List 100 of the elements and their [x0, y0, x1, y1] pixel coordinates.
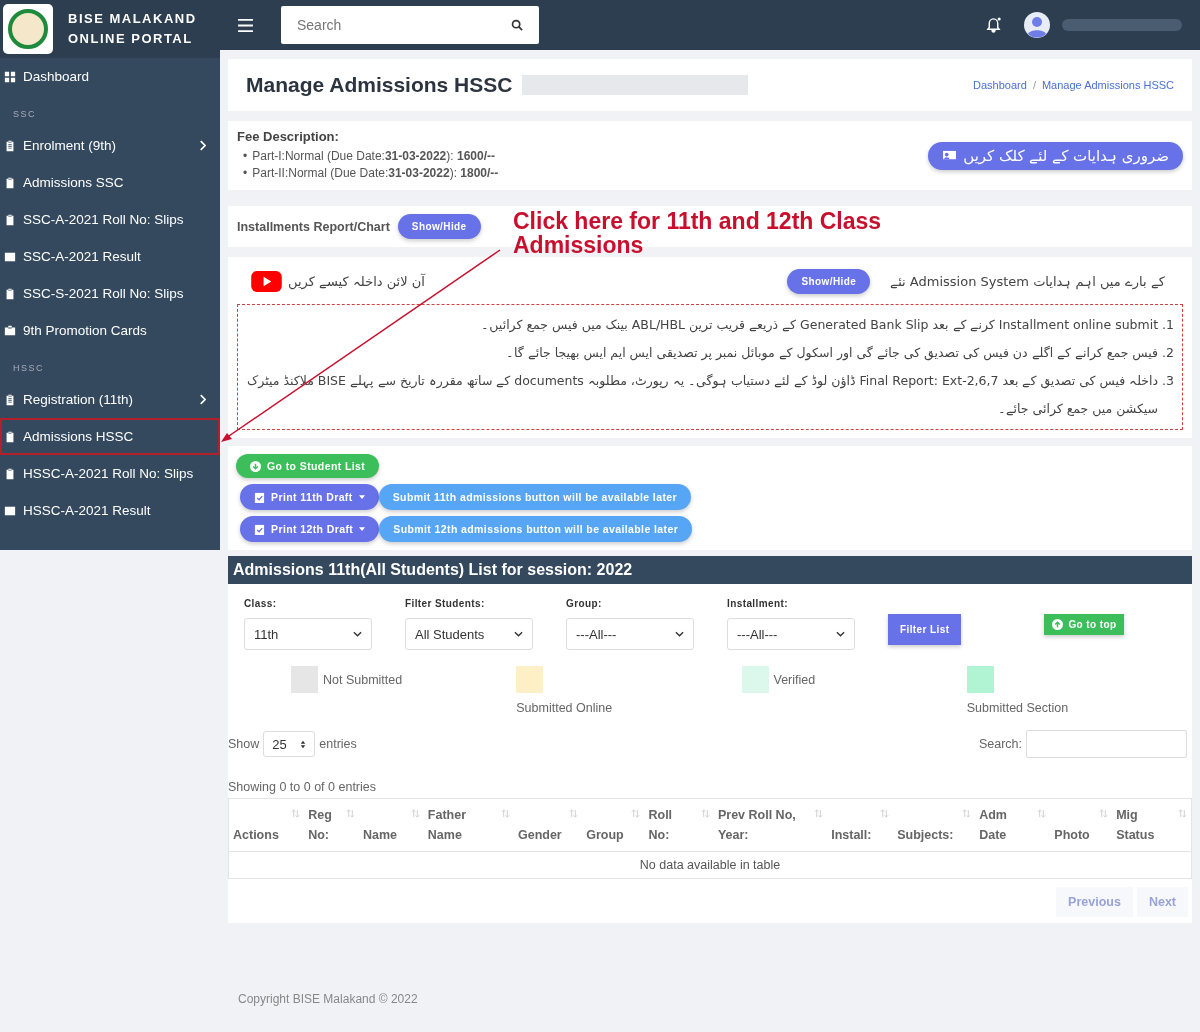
empty-table-message: No data available in table	[228, 851, 1192, 879]
sort-icon	[880, 809, 890, 818]
sort-icon	[291, 809, 301, 818]
menu-item-icon	[4, 139, 16, 152]
show-hide-button[interactable]: Show/Hide	[787, 269, 871, 294]
page-title: Manage Admissions HSSC	[246, 73, 513, 97]
chevron-right-icon	[199, 140, 206, 151]
column-header[interactable]: Gender	[513, 798, 583, 852]
menu-item-icon	[4, 250, 16, 263]
list-number: .2	[1162, 344, 1174, 362]
breadcrumb-link[interactable]: Dashboard	[973, 79, 1027, 91]
menu-item-icon	[4, 467, 16, 480]
logo-icon	[3, 4, 53, 54]
breadcrumb-separator: /	[1032, 79, 1036, 91]
filter-select[interactable]: All Students	[405, 618, 533, 650]
sidebar-item[interactable]: Dashboard	[0, 58, 220, 95]
filter-label: Group:	[566, 598, 603, 609]
sidebar-item[interactable]: HSSC-A-2021 Roll No: Slips	[0, 455, 220, 492]
search-label: Search:	[978, 737, 1022, 751]
arrow-up-circle-icon	[1052, 619, 1064, 630]
search-field[interactable]: Search	[281, 6, 539, 44]
bullet: •	[243, 165, 248, 182]
filter-label: Filter Students:	[405, 598, 486, 609]
column-header[interactable]: Mig Status	[1112, 798, 1192, 852]
list-number: .1	[1162, 316, 1174, 334]
chevron-down-icon	[675, 631, 684, 637]
sort-icon	[631, 809, 641, 818]
search-icon	[511, 19, 523, 31]
column-header[interactable]: Group	[582, 798, 645, 852]
column-header[interactable]: Adm Date	[975, 798, 1051, 852]
menu-item-icon	[4, 504, 16, 517]
caret-icon	[358, 495, 365, 499]
filter-select[interactable]: ---All---	[566, 618, 694, 650]
list-number: .3	[1162, 372, 1174, 390]
bell-icon[interactable]	[985, 16, 1002, 34]
sort-icon	[700, 809, 710, 818]
sidebar-item[interactable]: SSC-A-2021 Result	[0, 238, 220, 275]
print-draft-button[interactable]: Print 12th Draft	[240, 516, 380, 542]
avatar-icon[interactable]	[1024, 12, 1050, 38]
sidebar-item[interactable]: Enrolment (9th)	[0, 127, 220, 164]
column-header[interactable]: Reg No:	[304, 798, 359, 852]
column-header[interactable]: Subjects:	[893, 798, 976, 852]
column-header[interactable]: Roll No:	[644, 798, 714, 852]
menu-item-icon	[4, 287, 16, 300]
sidebar-item[interactable]: SSC-A-2021 Roll No: Slips	[0, 201, 220, 238]
table-search-field[interactable]	[1026, 730, 1187, 758]
sort-icon	[345, 809, 355, 818]
menu-icon[interactable]	[238, 18, 253, 32]
sort-icon	[1037, 809, 1047, 818]
column-header[interactable]: Name	[358, 798, 424, 852]
sidebar-item[interactable]: SSC-S-2021 Roll No: Slips	[0, 275, 220, 312]
entries-label: entries	[319, 737, 357, 751]
show-hide-button[interactable]: Show/Hide	[397, 214, 481, 239]
chevron-down-icon	[836, 631, 845, 637]
sort-icon	[962, 809, 972, 818]
menu-item-icon	[4, 213, 16, 226]
sidebar-item[interactable]: HSSC-A-2021 Result	[0, 492, 220, 529]
legend-label: Submitted Section	[966, 701, 1070, 715]
instructions-button[interactable]: ضروری ہدایات کے لئے کلک کریں	[928, 141, 1183, 170]
column-header[interactable]: Actions	[228, 798, 305, 852]
video-play-icon[interactable]	[251, 271, 282, 292]
chevron-down-icon	[514, 631, 523, 637]
legend-label: Not Submitted	[323, 672, 403, 687]
sidebar-item[interactable]: Registration (11th)	[0, 381, 220, 418]
sort-icon	[814, 809, 824, 818]
sidebar-section-label: HSSC	[12, 362, 45, 375]
chevron-down-icon	[353, 631, 362, 637]
print-draft-button[interactable]: Print 11th Draft	[240, 484, 379, 510]
list-title: Admissions 11th(All Students) List for session: 2022	[228, 556, 1192, 584]
sort-icon	[500, 809, 510, 818]
menu-item-icon	[4, 393, 16, 406]
filter-select[interactable]: ---All---	[727, 618, 855, 650]
sidebar-item[interactable]: 9th Promotion Cards	[0, 312, 220, 349]
presentation-icon	[942, 149, 958, 162]
fee-item: Part-II:Normal (Due Date:31-03-2022): 1800/--	[252, 165, 499, 182]
sidebar-item[interactable]: Admissions HSSC	[0, 418, 220, 455]
bullet: •	[243, 148, 248, 165]
filter-select[interactable]: 11th	[244, 618, 372, 650]
annotation-text: Click here for 11th and 12th Class Admissions	[513, 209, 883, 257]
breadcrumb-link[interactable]: Manage Admissions HSSC	[1041, 79, 1174, 91]
table-info: Showing 0 to 0 of 0 entries	[228, 780, 377, 796]
clipboard-check-icon	[254, 491, 265, 503]
column-header[interactable]: Father Name	[423, 798, 514, 852]
menu-item-icon	[4, 324, 16, 337]
column-header[interactable]: Prev Roll No, Year:	[713, 798, 828, 852]
video-link[interactable]: آن لائن داخلہ کیسے کریں	[288, 274, 425, 289]
legend-label: Submitted Online	[516, 701, 614, 715]
footer-text: Copyright BISE Malakand © 2022	[237, 992, 419, 1008]
column-header[interactable]: Install:	[827, 798, 894, 852]
filter-label: Class:	[244, 598, 278, 609]
instruction-text: Installment online submit کرنے کے بعد Generated Bank Slip کے ذریعے قریب ترین ABL/HBL بینک میں فیس جمع کرائیں۔	[481, 316, 1159, 335]
guide-heading: نئے Admission System کے بارے میں اہم ہدایات	[890, 274, 1165, 289]
filter-list-button[interactable]: Filter List	[888, 614, 962, 645]
column-header[interactable]: Photo	[1050, 798, 1113, 852]
legend-label: Verified	[773, 672, 816, 687]
fee-heading: Fee Description:	[237, 129, 340, 144]
caret-icon	[359, 527, 366, 531]
sidebar-item[interactable]: Admissions SSC	[0, 164, 220, 201]
sort-icon	[569, 809, 579, 818]
page-size-select[interactable]: 25	[263, 731, 316, 757]
